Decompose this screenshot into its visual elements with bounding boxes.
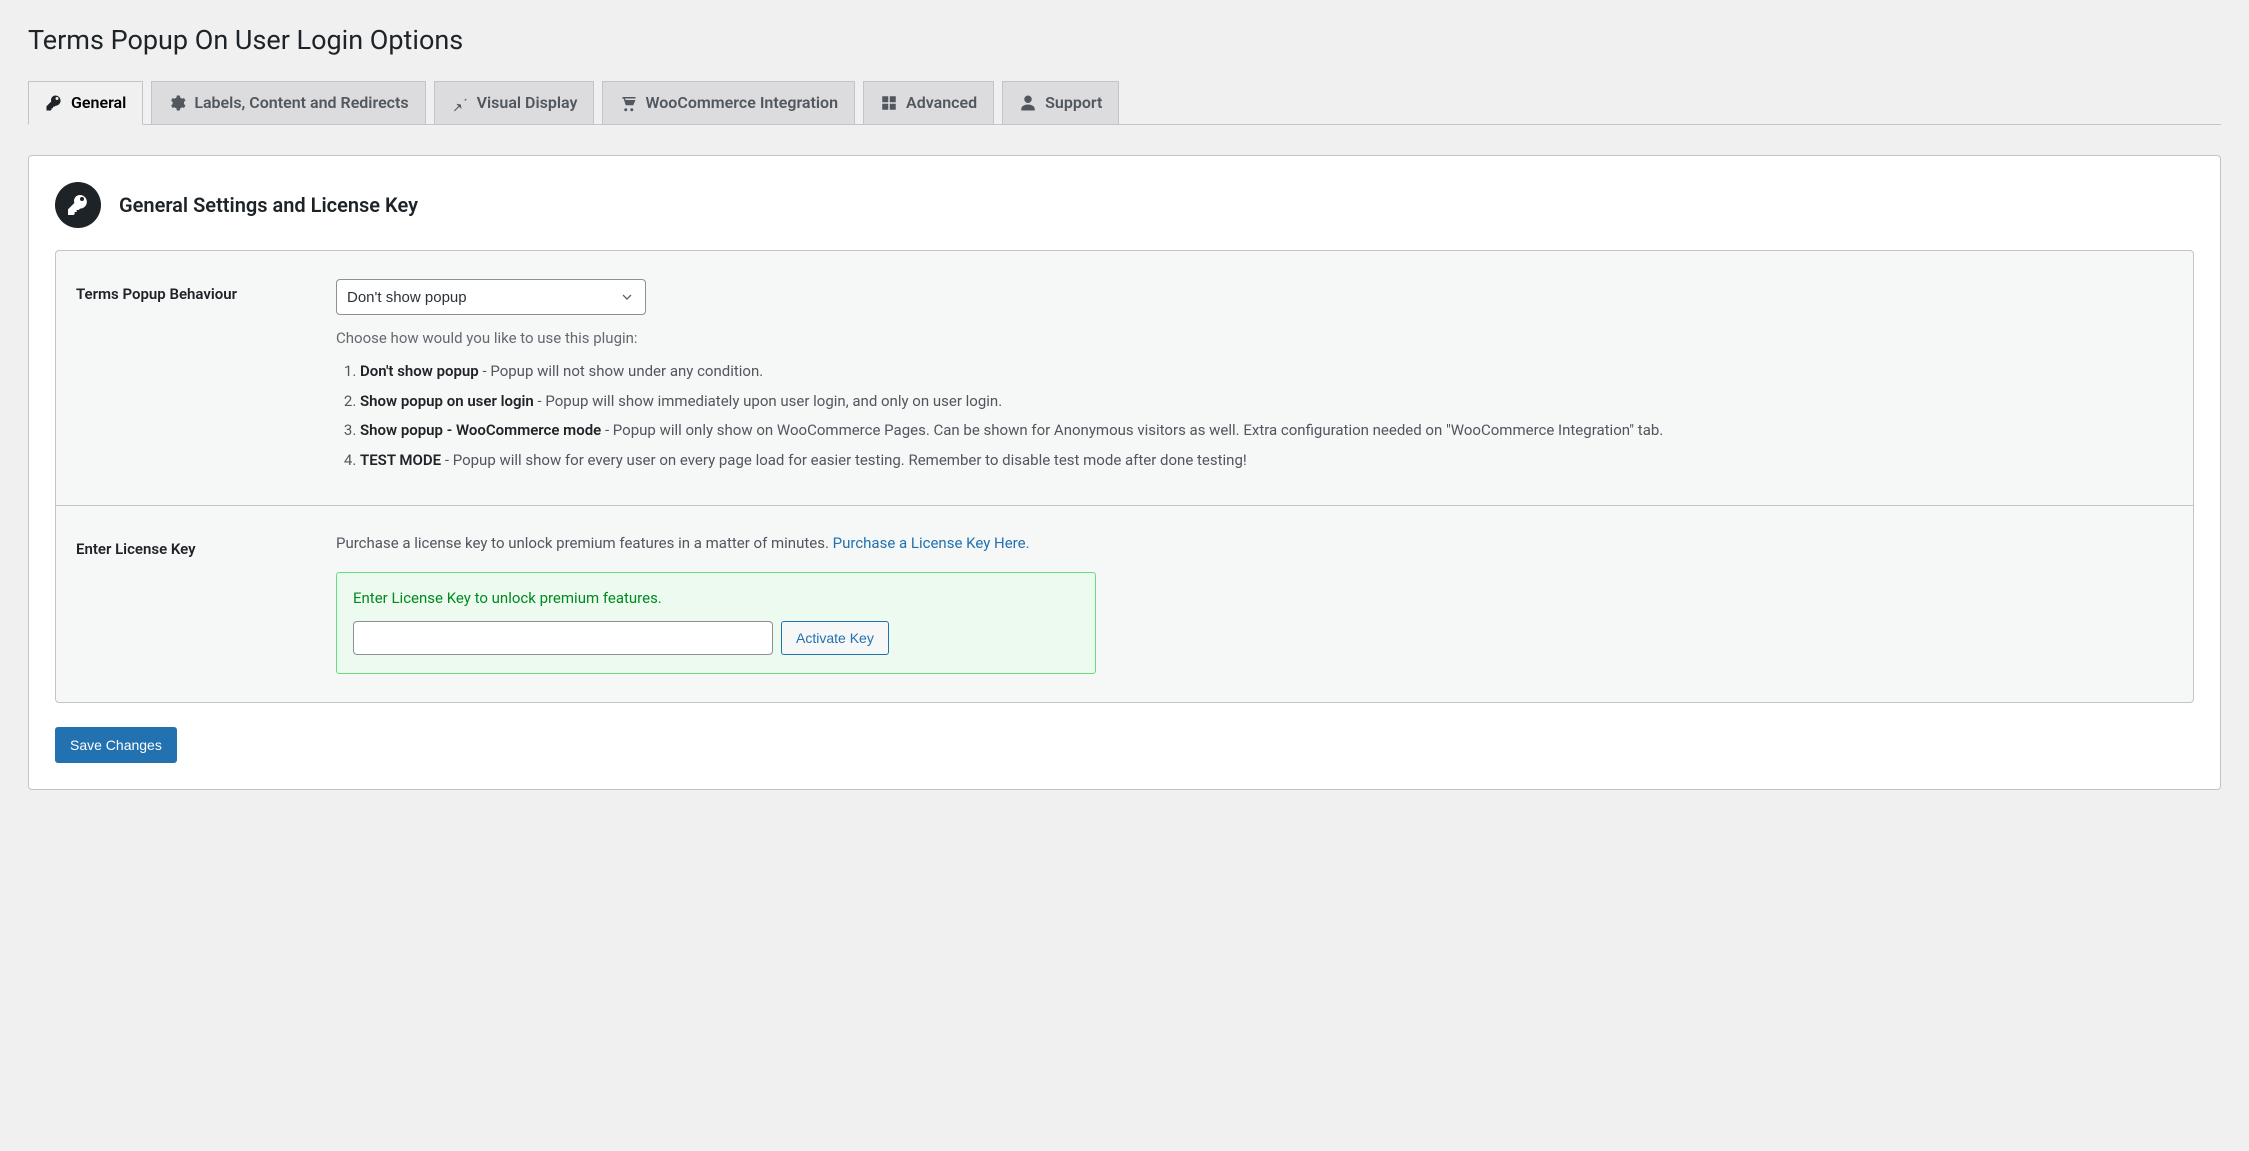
settings-panel: General Settings and License Key Terms P… <box>28 155 2221 790</box>
option-name: Don't show popup <box>360 362 479 380</box>
row-terms-popup-behaviour: Terms Popup Behaviour Don't show popup C… <box>56 251 2193 505</box>
behaviour-label: Terms Popup Behaviour <box>76 279 336 303</box>
behaviour-description: Choose how would you like to use this pl… <box>336 329 2173 347</box>
key-icon <box>55 182 101 228</box>
license-box: Enter License Key to unlock premium feat… <box>336 572 1096 674</box>
tab-label: Visual Display <box>477 92 578 114</box>
tab-label: Labels, Content and Redirects <box>194 92 408 114</box>
tab-label: General <box>71 92 126 114</box>
license-hint: Enter License Key to unlock premium feat… <box>353 589 1079 607</box>
activate-key-button[interactable]: Activate Key <box>781 621 889 655</box>
cart-icon <box>619 94 637 112</box>
tab-visual-display[interactable]: Visual Display <box>434 81 595 124</box>
tab-woocommerce-integration[interactable]: WooCommerce Integration <box>602 81 855 124</box>
list-item: Show popup - WooCommerce mode - Popup wi… <box>360 418 2173 444</box>
license-intro: Purchase a license key to unlock premium… <box>336 534 2173 552</box>
option-desc: - Popup will show immediately upon user … <box>534 392 1002 410</box>
purchase-license-link[interactable]: Purchase a License Key Here. <box>833 534 1030 552</box>
tab-label: Advanced <box>906 92 977 114</box>
option-name: TEST MODE <box>360 451 441 469</box>
tab-general[interactable]: General <box>28 81 143 125</box>
option-desc: - Popup will not show under any conditio… <box>479 362 763 380</box>
row-enter-license-key: Enter License Key Purchase a license key… <box>56 505 2193 702</box>
key-icon <box>45 94 63 112</box>
list-item: Show popup on user login - Popup will sh… <box>360 389 2173 415</box>
gear-icon <box>168 94 186 112</box>
license-intro-text: Purchase a license key to unlock premium… <box>336 534 833 552</box>
option-name: Show popup - WooCommerce mode <box>360 421 601 439</box>
option-name: Show popup on user login <box>360 392 534 410</box>
tools-icon <box>880 94 898 112</box>
tab-label: WooCommerce Integration <box>645 92 838 114</box>
tab-advanced[interactable]: Advanced <box>863 81 994 124</box>
user-icon <box>1019 94 1037 112</box>
tab-label: Support <box>1045 92 1102 114</box>
option-desc: - Popup will show for every user on ever… <box>441 451 1247 469</box>
save-changes-button[interactable]: Save Changes <box>55 727 177 763</box>
tab-labels-content-redirects[interactable]: Labels, Content and Redirects <box>151 81 425 124</box>
license-key-input[interactable] <box>353 621 773 655</box>
page-title: Terms Popup On User Login Options <box>28 10 2221 56</box>
license-label: Enter License Key <box>76 534 336 558</box>
behaviour-option-list: Don't show popup - Popup will not show u… <box>336 359 2173 473</box>
form-table: Terms Popup Behaviour Don't show popup C… <box>55 250 2194 703</box>
list-item: TEST MODE - Popup will show for every us… <box>360 448 2173 474</box>
section-title: General Settings and License Key <box>119 193 418 217</box>
pin-icon <box>451 94 469 112</box>
tab-bar: General Labels, Content and Redirects Vi… <box>28 72 2221 125</box>
section-header: General Settings and License Key <box>55 182 2194 228</box>
list-item: Don't show popup - Popup will not show u… <box>360 359 2173 385</box>
behaviour-select[interactable]: Don't show popup <box>336 279 646 315</box>
tab-support[interactable]: Support <box>1002 81 1119 124</box>
option-desc: - Popup will only show on WooCommerce Pa… <box>601 421 1663 439</box>
